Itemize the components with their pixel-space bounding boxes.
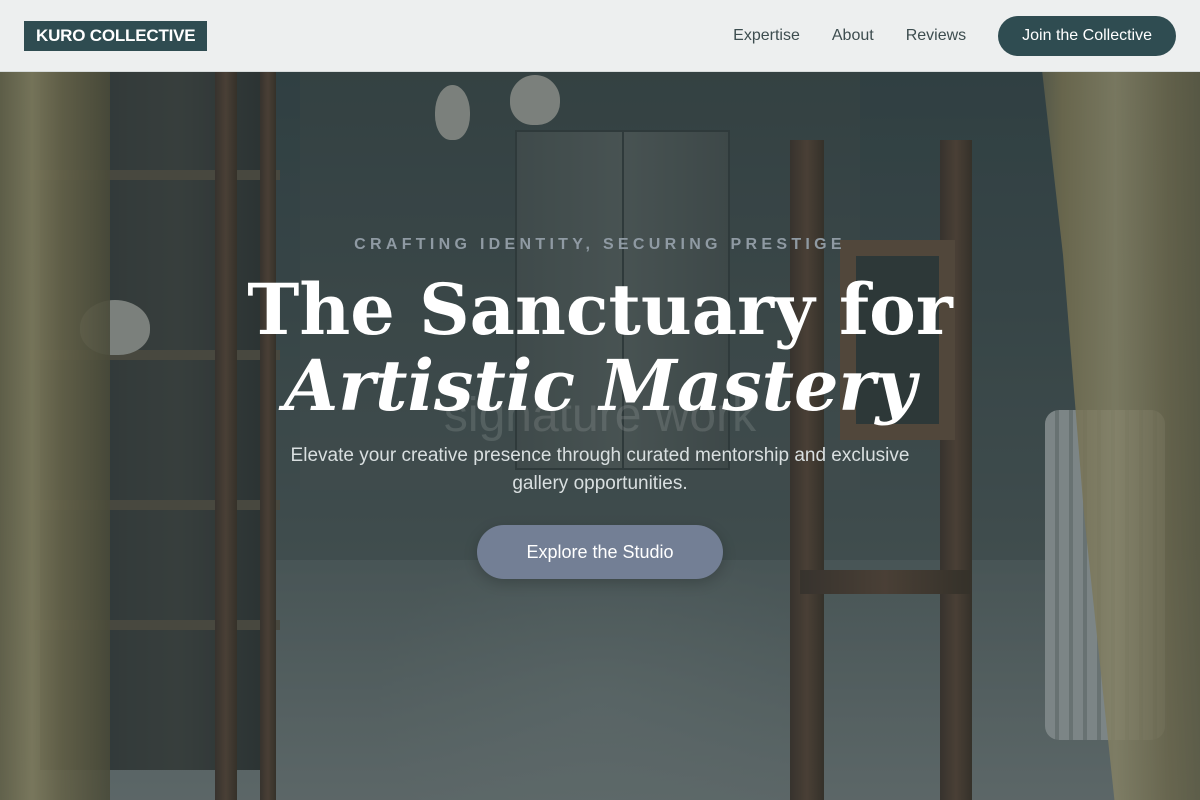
- hero-title-line1: The Sanctuary for: [247, 268, 953, 351]
- hero-title-line2: Artistic Mastery: [283, 344, 917, 427]
- hero-subtitle: Elevate your creative presence through c…: [290, 445, 910, 494]
- hero-tagline: CRAFTING IDENTITY, SECURING PRESTIGE: [354, 236, 846, 253]
- hero-content: CRAFTING IDENTITY, SECURING PRESTIGE sig…: [0, 0, 1200, 800]
- explore-studio-button[interactable]: Explore the Studio: [477, 525, 723, 579]
- hero-title: The Sanctuary for Artistic Mastery: [0, 272, 1200, 424]
